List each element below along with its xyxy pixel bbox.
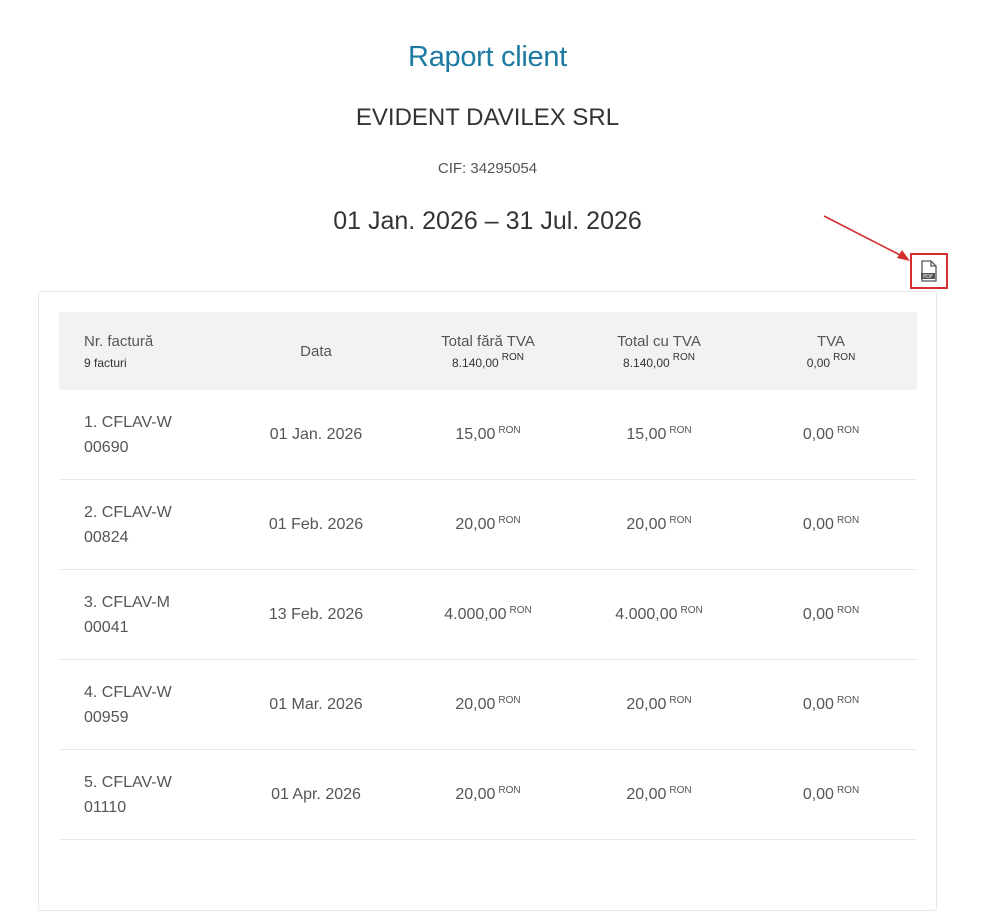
currency-label: RON xyxy=(669,515,692,526)
currency-label: RON xyxy=(836,425,860,436)
currency-label: RON xyxy=(836,695,860,706)
currency-label: RON xyxy=(498,515,521,526)
invoice-date: 01 Jan. 2026 xyxy=(269,425,363,443)
invoice-number-line1: 2. CFLAV-W xyxy=(84,503,172,521)
currency-label: RON xyxy=(498,425,521,436)
header-date-label: Data xyxy=(300,342,332,360)
invoice-date: 01 Feb. 2026 xyxy=(268,515,364,533)
invoice-net: 20,00 RON xyxy=(403,660,573,749)
vat-value: 0,00 xyxy=(802,785,834,803)
net-value: 20,00 xyxy=(455,515,496,533)
table-body: 1. CFLAV-W 00690 01 Jan. 2026 15,00 RON 15,00… xyxy=(59,390,917,840)
invoice-date: 01 Mar. 2026 xyxy=(269,695,363,713)
net-value: 20,00 xyxy=(455,695,496,713)
invoice-vat: 0,00 RON xyxy=(745,660,917,749)
invoice-count: 9 facturi xyxy=(84,355,127,370)
company-name: EVIDENT DAVILEX SRL xyxy=(355,104,620,131)
invoice-number[interactable]: 3. CFLAV-M 00041 xyxy=(59,570,204,659)
vat-value: 0,00 xyxy=(802,515,834,533)
invoice-number-line1: 4. CFLAV-W xyxy=(84,683,172,701)
gross-value: 20,00 xyxy=(626,695,667,713)
header-total-with-vat[interactable]: Total cu TVA 8.140,00 RON xyxy=(573,312,745,390)
currency-label: RON xyxy=(836,785,860,796)
invoice-number-line1: 3. CFLAV-M xyxy=(84,593,170,611)
invoice-number-line1: 5. CFLAV-W xyxy=(84,773,172,791)
currency-label: RON xyxy=(672,351,695,363)
total-no-vat-sum: 8.140,00 xyxy=(452,355,499,370)
vat-value: 0,00 xyxy=(802,695,834,713)
pdf-label: PDF xyxy=(923,274,933,280)
invoice-net: 20,00 RON xyxy=(403,750,573,839)
table-header: Nr. factură 9 facturi Data Total fără TV… xyxy=(59,312,917,390)
currency-label: RON xyxy=(498,695,521,706)
invoice-number[interactable]: 4. CFLAV-W 00959 xyxy=(59,660,204,749)
table-row[interactable]: 3. CFLAV-M 00041 13 Feb. 2026 4.000,00 RON 4.… xyxy=(59,570,917,660)
net-value: 15,00 xyxy=(455,425,496,443)
net-value: 20,00 xyxy=(455,785,496,803)
invoice-number-line2: 00824 xyxy=(84,528,129,546)
currency-label: RON xyxy=(680,605,703,616)
invoice-vat: 0,00 RON xyxy=(745,480,917,569)
table-row[interactable]: 1. CFLAV-W 00690 01 Jan. 2026 15,00 RON 15,00… xyxy=(59,390,917,480)
header-vat[interactable]: TVA 0,00 RON xyxy=(745,312,917,390)
header-invoice-no[interactable]: Nr. factură 9 facturi xyxy=(59,312,224,390)
currency-label: RON xyxy=(669,425,692,436)
header-total-no-vat[interactable]: Total fără TVA 8.140,00 RON xyxy=(403,312,573,390)
invoice-vat: 0,00 RON xyxy=(745,390,917,479)
currency-label: RON xyxy=(501,351,524,363)
company-cif: CIF: 34295054 xyxy=(437,160,538,177)
currency-label: RON xyxy=(509,605,532,616)
gross-value: 20,00 xyxy=(626,515,667,533)
page-title: Raport client xyxy=(408,41,567,73)
invoice-date: 01 Apr. 2026 xyxy=(271,785,361,803)
download-pdf-button[interactable]: PDF xyxy=(910,253,948,289)
invoice-gross: 20,00 RON xyxy=(573,750,745,839)
invoice-number[interactable]: 5. CFLAV-W 01110 xyxy=(59,750,204,839)
pdf-file-icon: PDF xyxy=(921,260,937,282)
invoice-number[interactable]: 1. CFLAV-W 00690 xyxy=(59,390,204,479)
gross-value: 4.000,00 xyxy=(615,605,678,623)
currency-label: RON xyxy=(498,785,521,796)
invoice-number-line2: 00959 xyxy=(84,708,129,726)
gross-value: 15,00 xyxy=(626,425,667,443)
currency-label: RON xyxy=(836,605,860,616)
vat-value: 0,00 xyxy=(802,425,834,443)
invoice-net: 20,00 RON xyxy=(403,480,573,569)
currency-label: RON xyxy=(833,351,856,363)
invoice-number[interactable]: 2. CFLAV-W 00824 xyxy=(59,480,204,569)
header-total-no-vat-label: Total fără TVA xyxy=(441,332,535,350)
currency-label: RON xyxy=(669,785,692,796)
table-row[interactable]: 4. CFLAV-W 00959 01 Mar. 2026 20,00 RON 20,00… xyxy=(59,660,917,750)
annotation-arrow-icon xyxy=(823,215,910,261)
invoice-vat: 0,00 RON xyxy=(745,570,917,659)
currency-label: RON xyxy=(836,515,860,526)
invoice-date: 13 Feb. 2026 xyxy=(268,605,364,623)
gross-value: 20,00 xyxy=(626,785,667,803)
vat-sum: 0,00 xyxy=(806,355,831,370)
currency-label: RON xyxy=(669,695,692,706)
header-invoice-no-label: Nr. factură xyxy=(84,332,154,350)
invoice-number-line2: 00041 xyxy=(84,618,129,636)
header-date[interactable]: Data xyxy=(229,312,403,390)
invoice-net: 4.000,00 RON xyxy=(403,570,573,659)
total-with-vat-sum: 8.140,00 xyxy=(623,355,670,370)
invoice-vat: 0,00 RON xyxy=(745,750,917,839)
header-vat-label: TVA xyxy=(816,332,846,350)
table-row[interactable]: 5. CFLAV-W 01110 01 Apr. 2026 20,00 RON 20,00… xyxy=(59,750,917,840)
invoice-number-line2: 01110 xyxy=(84,798,127,816)
invoice-number-line1: 1. CFLAV-W xyxy=(84,413,172,431)
invoice-number-line2: 00690 xyxy=(84,438,129,456)
invoice-net: 15,00 RON xyxy=(403,390,573,479)
report-card: Nr. factură 9 facturi Data Total fără TV… xyxy=(38,291,937,911)
vat-value: 0,00 xyxy=(802,605,834,623)
header-total-with-vat-label: Total cu TVA xyxy=(617,332,701,350)
invoice-gross: 20,00 RON xyxy=(573,480,745,569)
invoice-gross: 20,00 RON xyxy=(573,660,745,749)
invoice-gross: 15,00 RON xyxy=(573,390,745,479)
net-value: 4.000,00 xyxy=(444,605,507,623)
table-row[interactable]: 2. CFLAV-W 00824 01 Feb. 2026 20,00 RON 20,00… xyxy=(59,480,917,570)
invoice-gross: 4.000,00 RON xyxy=(573,570,745,659)
